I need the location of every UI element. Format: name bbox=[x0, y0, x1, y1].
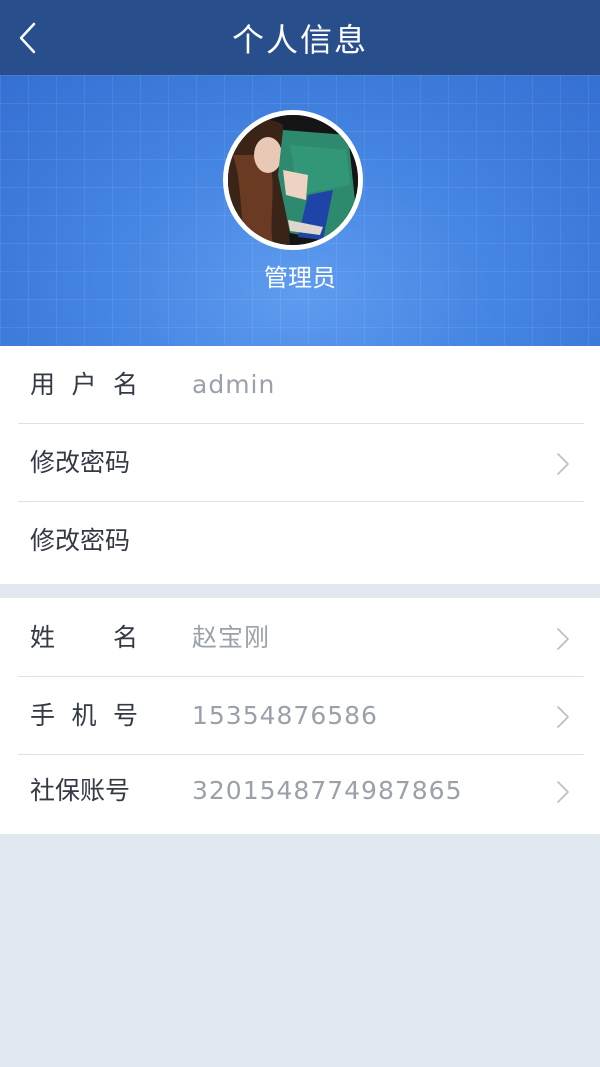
avatar[interactable] bbox=[223, 110, 363, 250]
social-security-row[interactable]: 社保账号 3201548774987865 bbox=[0, 752, 600, 830]
change-password-row-2[interactable]: 修改密码 bbox=[0, 502, 600, 580]
avatar-image bbox=[228, 115, 358, 245]
change-password-label: 修改密码 bbox=[30, 448, 131, 477]
username-value: admin bbox=[192, 370, 276, 399]
change-password-label-2: 修改密码 bbox=[30, 526, 131, 555]
social-security-label: 社保账号 bbox=[30, 776, 131, 805]
profile-header: 管理员 bbox=[0, 75, 600, 346]
chevron-right-icon bbox=[557, 706, 569, 728]
chevron-right-icon bbox=[557, 628, 569, 650]
change-password-row[interactable]: 修改密码 bbox=[0, 424, 600, 502]
username-label: 用户名 bbox=[30, 370, 138, 399]
phone-value: 15354876586 bbox=[192, 701, 378, 730]
chevron-right-icon bbox=[557, 453, 569, 475]
account-section: 用户名 admin 修改密码 修改密码 bbox=[0, 346, 600, 584]
personal-section: 姓名 赵宝刚 手机号 15354876586 社保账号 320154877498… bbox=[0, 598, 600, 834]
page-title: 个人信息 bbox=[231, 21, 368, 59]
role-name: 管理员 bbox=[264, 264, 336, 292]
chevron-right-icon bbox=[557, 781, 569, 803]
name-value: 赵宝刚 bbox=[192, 623, 271, 652]
username-row: 用户名 admin bbox=[0, 346, 600, 424]
social-security-value: 3201548774987865 bbox=[192, 776, 463, 805]
nav-bar: 个人信息 bbox=[0, 0, 600, 75]
phone-label: 手机号 bbox=[30, 701, 138, 730]
phone-row[interactable]: 手机号 15354876586 bbox=[0, 677, 600, 755]
name-label: 姓名 bbox=[30, 623, 138, 652]
name-row[interactable]: 姓名 赵宝刚 bbox=[0, 599, 600, 677]
